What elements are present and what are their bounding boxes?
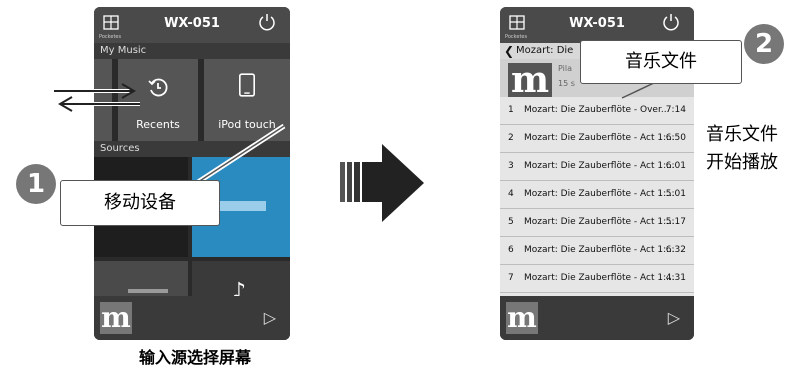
album-art: m xyxy=(508,62,552,98)
callout-1-box: 移动设备 xyxy=(60,180,220,226)
power-icon[interactable] xyxy=(258,13,276,31)
table-row[interactable]: 3 Mozart: Die Zauberflöte - Act 1:... 6:… xyxy=(500,153,694,181)
table-row[interactable]: 2 Mozart: Die Zauberflöte - Act 1:... 6:… xyxy=(500,125,694,153)
back-icon[interactable]: ❮ xyxy=(504,43,514,59)
ipod-icon xyxy=(238,73,256,97)
play-icon[interactable]: ▷ xyxy=(668,308,680,327)
album-thumb[interactable]: m xyxy=(506,302,538,334)
recents-label: Recents xyxy=(136,118,180,131)
my-music-header: My Music xyxy=(94,43,290,59)
track-list: 1 Mozart: Die Zauberflöte - Over... 7:14… xyxy=(500,97,694,296)
caption: 输入源选择屏幕 xyxy=(138,348,251,367)
blurred-text xyxy=(128,289,168,293)
table-row[interactable]: 4 Mozart: Die Zauberflöte - Act 1:... 5:… xyxy=(500,181,694,209)
recents-icon xyxy=(148,78,168,97)
player-bar: m ▷ xyxy=(94,296,290,340)
tile-source-4[interactable]: ♪ xyxy=(192,261,290,304)
play-icon[interactable]: ▷ xyxy=(264,308,276,327)
table-row[interactable]: 6 Mozart: Die Zauberflöte - Act 1:... 6:… xyxy=(500,237,694,265)
player-bar-right: m ▷ xyxy=(500,296,694,340)
side-note-line1: 音乐文件 xyxy=(706,124,778,145)
table-row[interactable]: 1 Mozart: Die Zauberflöte - Over... 7:14 xyxy=(500,97,694,125)
swipe-arrows-icon xyxy=(54,83,140,112)
logo-caption: Pocketes xyxy=(99,34,122,40)
callout-2-box: 音乐文件 xyxy=(580,40,742,84)
blurred-logo xyxy=(218,201,266,211)
album-sub1: Pila xyxy=(558,64,572,73)
table-row[interactable]: 7 Mozart: Die Zauberflöte - Act 1:... 4:… xyxy=(500,265,694,293)
album-sub2: 15 s xyxy=(558,79,575,88)
side-note-line2: 开始播放 xyxy=(706,152,778,173)
table-row[interactable]: 5 Mozart: Die Zauberflöte - Act 1:... 5:… xyxy=(500,209,694,237)
album-thumb[interactable]: m xyxy=(100,302,132,334)
status-bar-right: Pocketes WX-051 xyxy=(500,7,694,43)
next-arrow-icon xyxy=(340,144,424,222)
status-bar: Pocketes WX-051 xyxy=(94,7,290,43)
logo-caption: Pocketes xyxy=(505,34,528,40)
breadcrumb: Mozart: Die xyxy=(516,45,574,56)
tile-source-3[interactable] xyxy=(94,261,188,301)
callout-2-number: 2 xyxy=(744,24,784,64)
callout-1-number: 1 xyxy=(16,164,56,204)
power-icon[interactable] xyxy=(662,13,680,31)
